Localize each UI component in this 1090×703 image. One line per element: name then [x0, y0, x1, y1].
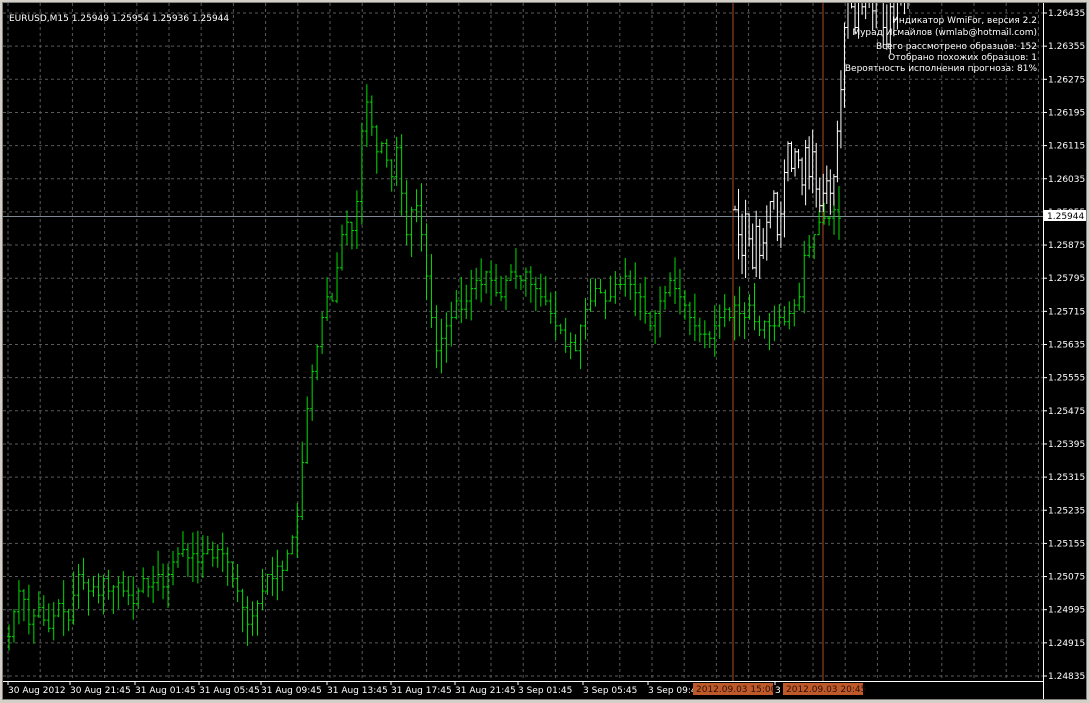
x-tick-label: 3 Sep 09:4: [648, 686, 697, 696]
info-line-title: Индикатор WmiFor, версия 2.2: [892, 16, 1037, 26]
x-tick-label: 31 Aug 17:45: [391, 686, 452, 696]
y-tick-label: 1.25235: [1048, 506, 1085, 516]
marker-lines: [732, 3, 824, 681]
x-tick-label: 31 Aug 01:45: [135, 686, 196, 696]
x-axis-separator: [3, 681, 1043, 682]
y-tick-label: 1.25875: [1048, 241, 1085, 251]
y-tick-label: 1.25555: [1048, 374, 1085, 384]
y-tick-label: 1.26115: [1048, 142, 1085, 152]
x-tick-label: 31 Aug 21:45: [455, 686, 516, 696]
y-tick-label: 1.25635: [1048, 341, 1085, 351]
y-tick-label: 1.25315: [1048, 473, 1085, 483]
symbol-header: EURUSD,M15 1.25949 1.25954 1.25936 1.259…: [9, 14, 229, 24]
y-tick-label: 1.26435: [1048, 9, 1085, 19]
current-price-label: 1.25944: [1047, 212, 1084, 222]
x-tick-label: 31 Aug 13:45: [327, 686, 388, 696]
indicator-info: Индикатор WmiFor, версия 2.2 Мурад Исмай…: [845, 16, 1038, 74]
price-chart[interactable]: 1.26435 1.26355 1.26275 1.26195 1.26115 1.260…: [3, 3, 1087, 700]
marker-label: 2012.09.03 20:45: [786, 685, 866, 695]
y-tick-label: 1.25715: [1048, 307, 1085, 317]
x-tick-label: 30 Aug 2012: [8, 686, 66, 696]
y-tick-label: 1.24835: [1048, 672, 1085, 682]
x-tick-label: 3 Sep 01:45: [518, 686, 572, 696]
current-price-tag: 1.25944: [1044, 210, 1086, 222]
info-line-probability: Вероятность исполнения прогноза: 81%: [845, 64, 1038, 74]
info-line-selected: Отобрано похожих образцов: 1: [888, 53, 1037, 63]
y-tick-label: 1.26195: [1048, 108, 1085, 118]
x-tick-label: 31 Aug 09:45: [261, 686, 322, 696]
y-tick-label: 1.25155: [1048, 539, 1085, 549]
y-tick-label: 1.26035: [1048, 175, 1085, 185]
chart-window[interactable]: 1.26435 1.26355 1.26275 1.26195 1.26115 1.260…: [2, 2, 1087, 700]
x-tick-label: 31 Aug 05:45: [199, 686, 260, 696]
y-tick-label: 1.25395: [1048, 440, 1085, 450]
y-tick-label: 1.24995: [1048, 606, 1085, 616]
y-axis-separator: [1043, 3, 1044, 699]
price-axis: 1.26435 1.26355 1.26275 1.26195 1.26115 1.260…: [1043, 9, 1085, 682]
y-tick-label: 1.26275: [1048, 75, 1085, 85]
info-line-author: Мурад Исмайлов (wmlab@hotmail.com): [852, 28, 1037, 38]
x-tick-label: 30 Aug 21:45: [70, 686, 131, 696]
y-tick-label: 1.25475: [1048, 407, 1085, 417]
grid-lines: [3, 3, 1043, 681]
y-tick-label: 1.24915: [1048, 639, 1085, 649]
y-tick-label: 1.25795: [1048, 274, 1085, 284]
info-line-samples: Всего рассмотрено образцов: 152: [876, 42, 1037, 52]
y-tick-label: 1.26355: [1048, 42, 1085, 52]
marker-label: 2012.09.03 15:00: [696, 685, 777, 695]
history-bars: [7, 84, 841, 651]
x-tick-label: 3 Sep 05:45: [583, 686, 637, 696]
time-axis: 30 Aug 2012 30 Aug 21:45 31 Aug 01:45 31 Au…: [7, 681, 781, 696]
y-tick-label: 1.25075: [1048, 573, 1085, 583]
